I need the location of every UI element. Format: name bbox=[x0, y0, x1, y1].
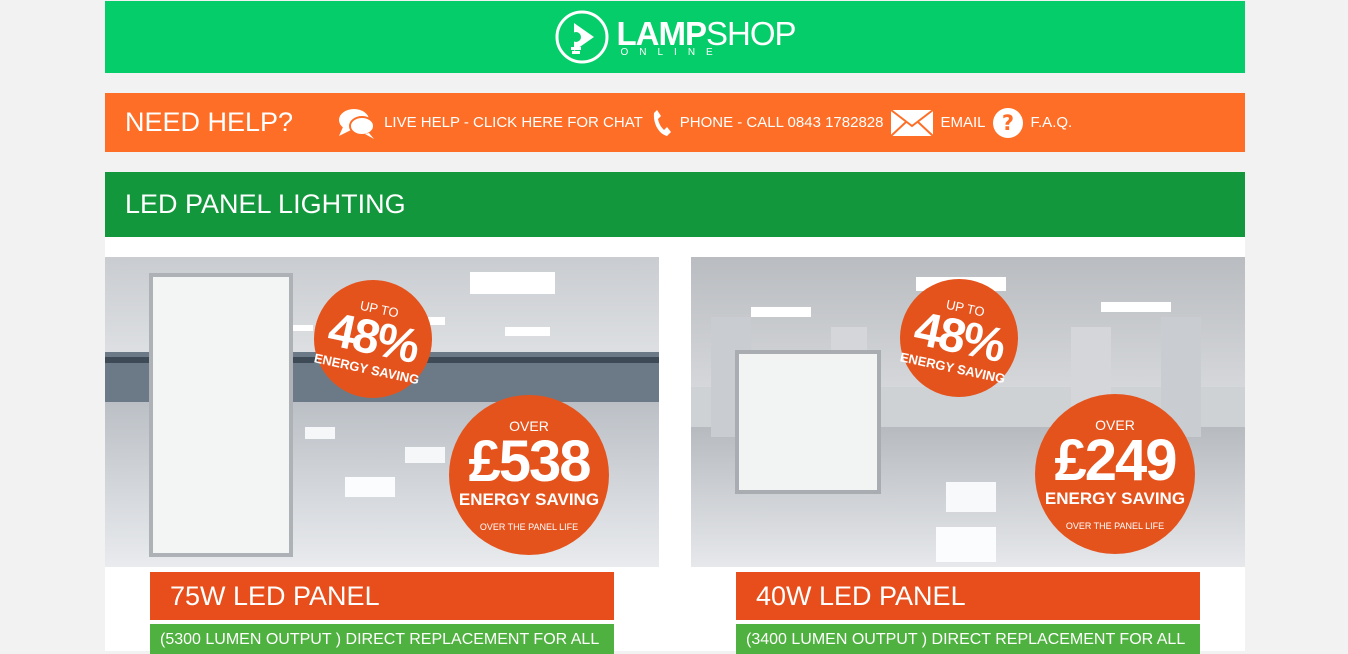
product-image[interactable]: UP TO 48% ENERGY SAVING OVER £538 ENERGY… bbox=[105, 257, 659, 567]
help-bar: NEED HELP? LIVE HELP - CLICK HERE FOR CH… bbox=[105, 93, 1245, 152]
product-title[interactable]: 75W LED PANEL bbox=[150, 572, 614, 620]
lightbulb-logo-icon bbox=[555, 10, 609, 64]
email-link[interactable]: EMAIL bbox=[889, 108, 986, 138]
badge-panel-life-label: OVER THE PANEL LIFE bbox=[1065, 520, 1165, 531]
badge-money-energy-label: ENERGY SAVING bbox=[1044, 488, 1186, 508]
badge-panel-life-label: OVER THE PANEL LIFE bbox=[479, 521, 579, 532]
product-description: (3400 LUMEN OUTPUT ) DIRECT REPLACEMENT … bbox=[736, 624, 1200, 654]
product-title[interactable]: 40W LED PANEL bbox=[736, 572, 1200, 620]
site-header: LAMPSHOP ONLINE bbox=[105, 1, 1245, 73]
logo-text-light: SHOP bbox=[705, 14, 797, 52]
phone-label: PHONE - CALL 0843 1782828 bbox=[679, 114, 884, 131]
email-label: EMAIL bbox=[940, 114, 986, 131]
product-card[interactable]: UP TO 48% ENERGY SAVING OVER £538 ENERGY… bbox=[105, 257, 659, 654]
product-image[interactable]: UP TO 48% ENERGY SAVING OVER £249 ENERGY… bbox=[691, 257, 1245, 567]
live-help-link[interactable]: LIVE HELP - CLICK HERE FOR CHAT bbox=[337, 106, 643, 140]
product-description: (5300 LUMEN OUTPUT ) DIRECT REPLACEMENT … bbox=[150, 624, 614, 654]
badge-money-value: £249 bbox=[1054, 428, 1177, 494]
envelope-icon bbox=[889, 108, 934, 137]
phone-link[interactable]: PHONE - CALL 0843 1782828 bbox=[649, 108, 884, 138]
question-mark-icon: ? bbox=[992, 107, 1023, 138]
faq-label: F.A.Q. bbox=[1030, 114, 1073, 131]
section-header: LED PANEL LIGHTING bbox=[105, 172, 1245, 237]
faq-link[interactable]: ? F.A.Q. bbox=[992, 107, 1073, 139]
help-title: NEED HELP? bbox=[125, 107, 294, 137]
logo-text-bold: LAMP bbox=[616, 14, 706, 52]
badge-money-energy-label: ENERGY SAVING bbox=[458, 489, 600, 509]
badge-money-value: £538 bbox=[468, 429, 591, 495]
phone-icon bbox=[653, 109, 671, 136]
energy-money-badge: OVER £538 ENERGY SAVING OVER THE PANEL L… bbox=[449, 395, 609, 555]
chat-bubbles-icon bbox=[339, 108, 376, 139]
product-grid: UP TO 48% ENERGY SAVING OVER £538 ENERGY… bbox=[105, 237, 1245, 654]
energy-money-badge: OVER £249 ENERGY SAVING OVER THE PANEL L… bbox=[1035, 394, 1195, 554]
svg-text:?: ? bbox=[1001, 111, 1013, 135]
lampshop-logo[interactable]: LAMPSHOP ONLINE bbox=[554, 9, 797, 65]
product-card[interactable]: UP TO 48% ENERGY SAVING OVER £249 ENERGY… bbox=[691, 257, 1245, 654]
section-title: LED PANEL LIGHTING bbox=[125, 189, 406, 219]
logo-subtitle: ONLINE bbox=[620, 46, 724, 58]
live-help-label: LIVE HELP - CLICK HERE FOR CHAT bbox=[384, 114, 643, 131]
